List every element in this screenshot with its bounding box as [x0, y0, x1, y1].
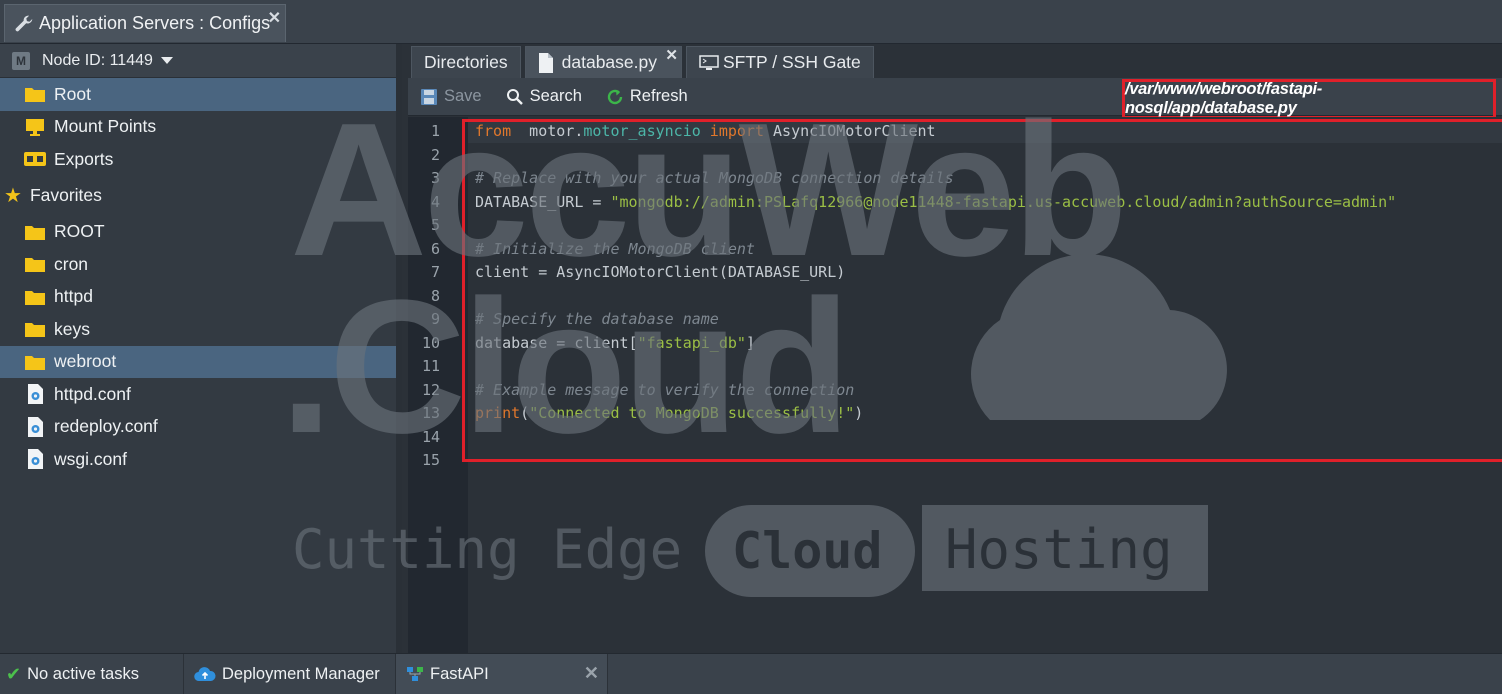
tab-database-py[interactable]: database.py ✕ [524, 46, 682, 78]
tree-item-label: httpd [54, 286, 93, 307]
config-file-icon [24, 416, 46, 437]
tree-item-label: ROOT [54, 221, 105, 242]
monitor-icon [24, 118, 46, 136]
tab-label: SFTP / SSH Gate [723, 52, 861, 72]
editor-panel: Directories database.py ✕ SFTP / SSH Gat… [408, 44, 1502, 653]
task-fastapi[interactable]: FastAPI ✕ [396, 654, 608, 694]
tree-item-label: Mount Points [54, 116, 157, 137]
line-number: 3 [430, 169, 440, 187]
tree-item-exports[interactable]: Exports [0, 143, 396, 176]
favorite-item-wsgi-conf[interactable]: wsgi.conf [0, 443, 396, 476]
line-number: 10 [421, 333, 440, 352]
terminal-icon [699, 54, 719, 70]
glasses-icon [24, 150, 46, 168]
code-editor[interactable]: from motor.motor_asyncio import AsyncIOM… [408, 117, 1502, 653]
config-file-icon [24, 384, 46, 405]
editor-toolbar: Save Search Refresh /var/www/webroot/fas… [408, 78, 1502, 119]
line-number: 14 [421, 427, 440, 446]
task-label: No active tasks [27, 664, 139, 683]
line-number: 6 [430, 239, 440, 258]
node-badge: M [12, 51, 30, 70]
favorite-item-webroot[interactable]: webroot [0, 345, 396, 378]
line-number: 4 [430, 192, 440, 211]
check-icon: ✔ [6, 663, 22, 684]
wrench-icon [15, 15, 33, 31]
close-task-icon[interactable]: ✕ [584, 663, 599, 684]
line-number: 11 [421, 357, 440, 375]
refresh-label: Refresh [629, 87, 688, 105]
task-deployment-manager[interactable]: Deployment Manager [184, 654, 396, 694]
line-number: 2 [430, 145, 440, 164]
refresh-button[interactable]: Refresh [606, 87, 688, 106]
line-number: 13 [421, 404, 440, 422]
environment-icon [407, 667, 423, 681]
close-window-icon[interactable]: ✕ [268, 8, 281, 28]
favorite-item-httpd[interactable]: httpd [0, 281, 396, 314]
folder-icon [24, 353, 46, 371]
node-selector[interactable]: M Node ID: 11449 [0, 44, 396, 78]
folder-icon [24, 255, 46, 273]
line-number: 7 [430, 263, 440, 281]
highlight-box [462, 119, 1502, 462]
tree-item-label: webroot [54, 351, 117, 372]
task-status[interactable]: ✔ No active tasks [0, 654, 184, 694]
favorite-item-cron[interactable]: cron [0, 248, 396, 281]
cloud-icon [194, 667, 216, 682]
tab-label: Directories [424, 52, 508, 72]
chevron-down-icon [160, 57, 173, 64]
refresh-icon [607, 89, 623, 104]
tab-directories[interactable]: Directories [411, 46, 521, 78]
config-file-icon [24, 449, 46, 470]
tree-item-label: keys [54, 318, 90, 339]
tree-item-label: redeploy.conf [54, 416, 158, 437]
search-label: Search [529, 87, 582, 105]
task-label: Deployment Manager [222, 664, 380, 683]
tree-item-label: Root [54, 83, 91, 104]
favorite-item-redeploy-conf[interactable]: redeploy.conf [0, 411, 396, 444]
close-tab-icon[interactable]: ✕ [665, 46, 678, 64]
save-label: Save [444, 87, 482, 105]
star-icon: ★ [4, 185, 22, 207]
folder-icon [24, 85, 46, 103]
task-label: FastAPI [430, 664, 489, 683]
line-number: 9 [430, 310, 440, 328]
favorites-header[interactable]: ★ Favorites [0, 176, 396, 216]
folder-icon [24, 320, 46, 338]
search-button[interactable]: Search [506, 87, 582, 106]
save-icon [421, 88, 437, 105]
node-label: Node ID: 11449 [42, 51, 153, 69]
window-title: Application Servers : Configs [39, 13, 271, 33]
file-tree-panel: M Node ID: 11449 Root Mount Points Expor… [0, 44, 402, 653]
favorites-label: Favorites [29, 185, 102, 205]
tree-item-mount-points[interactable]: Mount Points [0, 111, 396, 144]
folder-icon [24, 223, 46, 241]
search-icon [506, 88, 523, 105]
favorite-item-httpd-conf[interactable]: httpd.conf [0, 378, 396, 411]
tree-item-label: cron [54, 253, 89, 274]
taskbar: ✔ No active tasks Deployment Manager Fas… [0, 653, 1502, 694]
tree-item-root[interactable]: Root [0, 78, 396, 111]
line-number: 1 [430, 122, 440, 140]
tree-item-label: httpd.conf [54, 383, 131, 404]
tree-item-label: Exports [54, 148, 114, 169]
tree-item-label: wsgi.conf [54, 448, 127, 469]
tab-label: database.py [561, 52, 657, 72]
line-number: 8 [430, 286, 440, 305]
save-button[interactable]: Save [420, 87, 482, 106]
line-number: 5 [430, 216, 440, 234]
file-path: /var/www/webroot/fastapi-nosql/app/datab… [1122, 79, 1496, 119]
favorite-item-root[interactable]: ROOT [0, 216, 396, 249]
file-icon [538, 52, 553, 73]
folder-icon [24, 288, 46, 306]
window-tab[interactable]: Application Servers : Configs ✕ [4, 4, 286, 42]
title-bar: Application Servers : Configs ✕ [0, 0, 1502, 44]
tab-sftp-ssh-gate[interactable]: SFTP / SSH Gate [686, 46, 874, 78]
line-number: 12 [421, 380, 440, 399]
tab-bar: Directories database.py ✕ SFTP / SSH Gat… [408, 44, 1502, 78]
line-number: 15 [421, 451, 440, 469]
favorite-item-keys[interactable]: keys [0, 313, 396, 346]
